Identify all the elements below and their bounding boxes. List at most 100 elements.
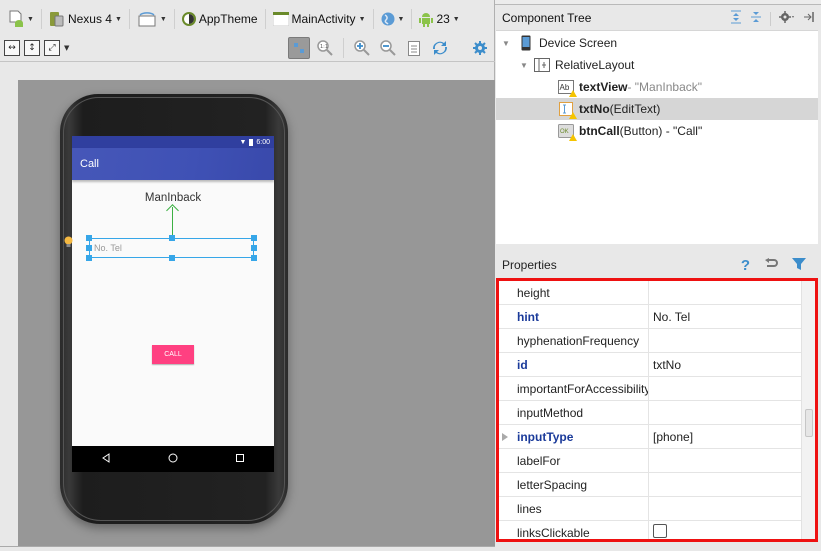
home-icon xyxy=(168,452,178,466)
activity-dropdown[interactable]: MainActivity ▼ xyxy=(269,8,370,30)
android-studio-layout-editor: ▼ Nexus 4 ▼ ▼ AppTheme MainActivity ▼ ▼ … xyxy=(0,0,821,551)
property-row-hyphenationfrequency[interactable]: hyphenationFrequency xyxy=(499,329,815,353)
property-row-lines[interactable]: lines xyxy=(499,497,815,521)
property-value[interactable]: No. Tel xyxy=(649,310,690,324)
property-name: height xyxy=(499,281,649,304)
property-row-importantforaccessibility[interactable]: importantForAccessibility xyxy=(499,377,815,401)
tree-item-btncall[interactable]: OK btnCall (Button) - "Call" xyxy=(496,120,818,142)
theme-dropdown[interactable]: AppTheme xyxy=(178,8,262,30)
property-value[interactable]: txtNo xyxy=(649,358,681,372)
property-name: inputMethod xyxy=(499,401,649,424)
property-row-inputtype[interactable]: inputType [phone] xyxy=(499,425,815,449)
device-label: Nexus 4 xyxy=(67,12,112,26)
tree-item-detail: (Button) - "Call" xyxy=(619,124,703,138)
document-icon[interactable] xyxy=(403,37,425,59)
theme-icon xyxy=(181,12,196,26)
linksclickable-checkbox[interactable] xyxy=(653,524,667,538)
tree-item-detail: - "ManInback" xyxy=(627,80,703,94)
undo-icon[interactable] xyxy=(764,258,778,273)
status-bar: ▼ 6:00 xyxy=(72,136,274,148)
device-dropdown[interactable]: Nexus 4 ▼ xyxy=(45,8,126,30)
property-row-letterspacing[interactable]: letterSpacing xyxy=(499,473,815,497)
zoom-actual-size-icon[interactable]: 1:1 xyxy=(314,37,336,59)
expand-triangle-icon[interactable]: ▼ xyxy=(502,39,512,48)
design-editor: ▼ Nexus 4 ▼ ▼ AppTheme MainActivity ▼ ▼ … xyxy=(0,0,495,551)
api-level-dropdown[interactable]: 23 ▼ xyxy=(415,8,463,30)
editor-toolbar-bottom: ↔ ↕ ⤢ ▼ 1:1 xyxy=(0,34,495,62)
settings-gear-icon[interactable] xyxy=(469,37,491,59)
expand-vertical-icon[interactable]: ↕ xyxy=(24,39,40,56)
expand-all-icon[interactable] xyxy=(730,10,742,27)
warning-icon xyxy=(569,90,577,97)
property-row-inputmethod[interactable]: inputMethod xyxy=(499,401,815,425)
resize-handle[interactable] xyxy=(86,235,92,241)
help-icon[interactable]: ? xyxy=(741,257,750,274)
zoom-out-icon[interactable] xyxy=(377,37,399,59)
properties-scrollbar[interactable] xyxy=(801,281,815,539)
resize-handle[interactable] xyxy=(251,235,257,241)
navigation-bar xyxy=(72,446,274,472)
edittext-icon xyxy=(558,101,577,119)
tree-item-textview[interactable]: Ab textView - "ManInback" xyxy=(496,76,818,98)
tree-item-label: RelativeLayout xyxy=(555,58,635,72)
separator xyxy=(770,11,771,26)
separator xyxy=(264,9,266,29)
property-row-hint[interactable]: hint No. Tel xyxy=(499,305,815,329)
lightbulb-icon[interactable] xyxy=(64,236,73,248)
property-name: lines xyxy=(499,497,649,520)
chevron-down-icon[interactable]: ▼ xyxy=(64,44,69,52)
design-mode-dropdown[interactable]: ▼ xyxy=(4,8,38,30)
resize-handle[interactable] xyxy=(86,255,92,261)
wifi-icon: ▼ xyxy=(239,138,247,146)
component-tree: ▼ Device Screen ▼ RelativeLayout Ab text… xyxy=(496,30,818,244)
property-name: linksClickable xyxy=(499,521,649,539)
zoom-to-fit-icon[interactable] xyxy=(288,37,310,59)
textview-icon: Ab xyxy=(558,79,577,97)
textview-maninback[interactable]: ManInback xyxy=(72,192,274,204)
property-row-id[interactable]: id txtNo xyxy=(499,353,815,377)
property-row-height[interactable]: height xyxy=(499,281,815,305)
resize-handle[interactable] xyxy=(86,245,92,251)
button-btncall[interactable]: CALL xyxy=(152,345,194,364)
tree-item-label: Device Screen xyxy=(539,36,618,50)
property-name: labelFor xyxy=(499,449,649,472)
tree-item-txtno[interactable]: txtNo (EditText) xyxy=(496,98,818,120)
device-icon xyxy=(49,11,65,27)
theme-label: AppTheme xyxy=(198,12,258,26)
tree-item-detail: (EditText) xyxy=(609,102,661,116)
android-file-icon xyxy=(8,10,24,28)
zoom-in-icon[interactable] xyxy=(351,37,373,59)
recents-icon xyxy=(235,452,245,466)
svg-text:1:1: 1:1 xyxy=(320,44,328,50)
scrollbar-thumb[interactable] xyxy=(805,409,813,437)
fit-screen-icon[interactable]: ⤢ xyxy=(44,39,60,56)
resize-handle[interactable] xyxy=(251,255,257,261)
constraint-arrow-icon xyxy=(166,204,179,217)
component-tree-title: Component Tree xyxy=(502,11,592,25)
expand-triangle-icon[interactable]: ▼ xyxy=(520,61,530,70)
resize-handle[interactable] xyxy=(169,255,175,261)
warning-icon xyxy=(569,112,577,119)
button-icon: OK xyxy=(558,123,577,141)
collapse-all-icon[interactable] xyxy=(750,10,762,27)
property-value[interactable]: [phone] xyxy=(649,430,693,444)
device-screen[interactable]: ▼ 6:00 Call ManInback No. Tel CALL xyxy=(72,136,274,472)
tree-item-device-screen[interactable]: ▼ Device Screen xyxy=(496,32,818,54)
property-row-labelfor[interactable]: labelFor xyxy=(499,449,815,473)
separator xyxy=(411,9,413,29)
hide-panel-icon[interactable] xyxy=(803,11,815,26)
canvas-bottom-border xyxy=(0,546,495,551)
expand-triangle-icon[interactable] xyxy=(502,433,508,441)
filter-icon[interactable] xyxy=(792,257,806,274)
orientation-dropdown[interactable]: ▼ xyxy=(133,8,171,30)
resize-handle[interactable] xyxy=(169,235,175,241)
component-tree-header: Component Tree xyxy=(496,6,821,30)
resize-handle[interactable] xyxy=(251,245,257,251)
property-row-linksclickable[interactable]: linksClickable xyxy=(499,521,815,539)
tree-settings-gear-icon[interactable] xyxy=(779,10,795,27)
refresh-icon[interactable] xyxy=(429,37,451,59)
chevron-down-icon: ▼ xyxy=(397,15,405,23)
expand-horizontal-icon[interactable]: ↔ xyxy=(4,39,20,56)
locale-dropdown[interactable]: ▼ xyxy=(377,8,409,30)
tree-item-relativelayout[interactable]: ▼ RelativeLayout xyxy=(496,54,818,76)
